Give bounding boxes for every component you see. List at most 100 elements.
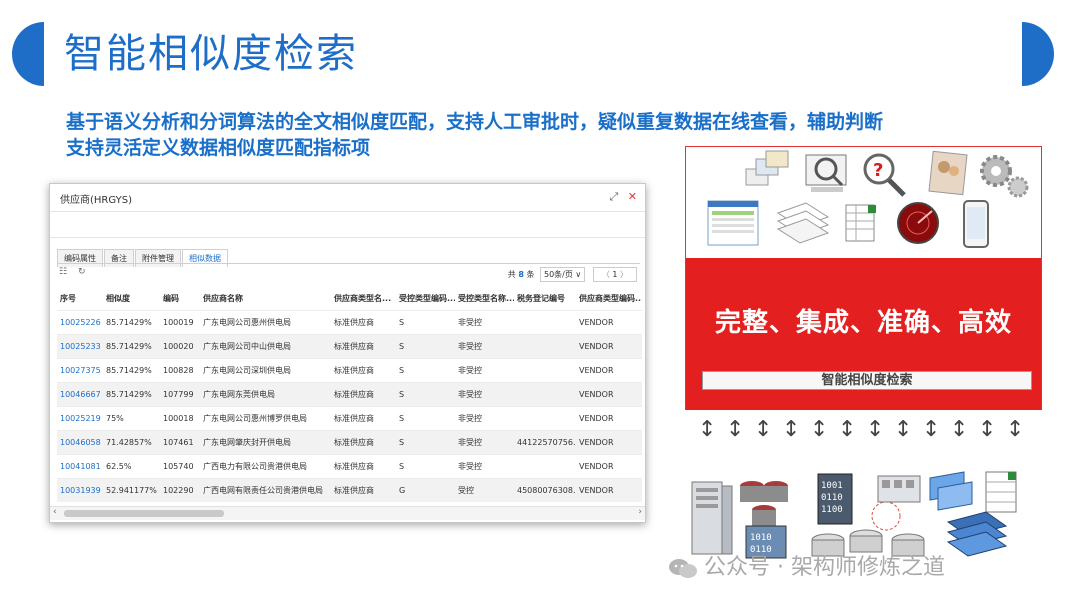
subtitle-line-1: 基于语义分析和分词算法的全文相似度匹配，支持人工审批时，疑似重复数据在线查看，辅…	[66, 111, 884, 133]
column-header[interactable]: 税务登记编号	[514, 288, 576, 310]
table-cell: VENDOR	[576, 357, 642, 382]
tab-attachments[interactable]: 附件管理	[135, 249, 181, 267]
database-cluster-icon	[740, 481, 788, 526]
table-row[interactable]: 10025233 85.71429% 100020 广东电网公司中山供电局 标准供应商 S…	[57, 333, 642, 358]
panel-feature-bar: 智能相似度检索	[702, 371, 1032, 390]
table-cell: 受控	[455, 477, 514, 502]
svg-text:0110: 0110	[821, 493, 843, 503]
row-id-link[interactable]: 10025226	[57, 309, 103, 334]
column-header[interactable]: 供应商类型名...	[331, 288, 396, 310]
table-cell: 非受控	[455, 453, 514, 478]
table-cell: 广西电力有限公司贵港供电局	[200, 453, 331, 478]
expand-icon[interactable]: ⤢	[609, 190, 618, 203]
tab-code-attributes[interactable]: 编码属性	[57, 249, 103, 267]
svg-text:1001: 1001	[821, 481, 843, 491]
page-number-input[interactable]: 〈 1 〉	[592, 267, 637, 282]
next-page-icon[interactable]: 〉	[620, 270, 628, 279]
table-cell: 71.42857%	[103, 429, 160, 454]
table-cell: 广东电网公司惠州供电局	[200, 309, 331, 334]
table-cell: 45080076308...	[514, 477, 576, 502]
dialog-form-area	[50, 212, 645, 238]
column-header[interactable]: 供应商类型编码...	[576, 288, 642, 310]
table-cell	[514, 405, 576, 430]
table-cell: 广东电网肇庆封开供电局	[200, 429, 331, 454]
row-id-link[interactable]: 10025219	[57, 405, 103, 430]
table-row[interactable]: 10027375 85.71429% 100828 广东电网公司深圳供电局 标准供应商 S…	[57, 357, 642, 382]
row-id-link[interactable]: 10041081	[57, 453, 103, 478]
table-cell: VENDOR	[576, 477, 642, 502]
table-row[interactable]: 10031939 52.941177% 102290 广西电网有限责任公司贵港供电局标…	[57, 477, 642, 502]
row-id-link[interactable]: 10027375	[57, 357, 103, 382]
svg-text:1100: 1100	[821, 505, 843, 515]
close-icon[interactable]: ✕	[628, 190, 637, 203]
photo-stack-icon	[745, 150, 789, 186]
subtitle-line-2: 支持灵活定义数据相似度匹配指标项	[66, 137, 371, 159]
row-id-link[interactable]: 10031939	[57, 477, 103, 502]
table-row[interactable]: 10046667 85.71429% 107799 广东电网东莞供电局 标准供应商 S 非受…	[57, 381, 642, 406]
double-arrow-icon: ↕	[726, 417, 745, 442]
table-cell: 标准供应商	[331, 477, 396, 502]
pager-count: 8	[518, 270, 524, 279]
column-header[interactable]: 编码	[160, 288, 200, 310]
supplier-dialog: 供应商(HRGYS) ⤢ ✕ 编码属性 备注 附件管理 相似数据 ☷ ↻ 共 8 条 …	[49, 183, 646, 523]
storage-array-icon	[877, 475, 921, 503]
tab-similar-data[interactable]: 相似数据	[182, 249, 228, 267]
title-left-cap	[12, 22, 44, 86]
row-id-link[interactable]: 10046058	[57, 429, 103, 454]
table-cell: S	[396, 309, 455, 334]
refresh-icon[interactable]: ↻	[78, 267, 86, 277]
dialog-tabs: 编码属性 备注 附件管理 相似数据	[57, 246, 229, 267]
spreadsheet-icon	[985, 471, 1017, 513]
scroll-left-icon[interactable]: ‹	[53, 507, 57, 517]
page-size-select[interactable]: 50条/页 ∨	[539, 267, 586, 282]
scroll-right-icon[interactable]: ›	[638, 507, 642, 517]
table-cell: VENDOR	[576, 429, 642, 454]
table-cell	[514, 357, 576, 382]
table-cell	[514, 309, 576, 334]
table-row[interactable]: 10041081 62.5% 105740 广西电力有限公司贵港供电局 标准供应商 S 非受…	[57, 453, 642, 478]
column-header[interactable]: 供应商名称	[200, 288, 331, 310]
table-cell: 100018	[160, 405, 200, 430]
table-cell: S	[396, 405, 455, 430]
pager-suffix: 条	[526, 270, 535, 279]
table-cell: 85.71429%	[103, 357, 160, 382]
column-header[interactable]: 序号	[57, 288, 103, 310]
table-cell: 44122570756...	[514, 429, 576, 454]
tab-remarks[interactable]: 备注	[104, 249, 134, 267]
table-cell: 52.941177%	[103, 477, 160, 502]
table-row[interactable]: 10046058 71.42857% 107461 广东电网肇庆封开供电局 标准供应商 S…	[57, 429, 642, 454]
table-cell: 广西电网有限责任公司贵港供电局	[200, 477, 331, 502]
row-id-link[interactable]: 10025233	[57, 333, 103, 358]
table-row[interactable]: 10025219 75% 100018 广东电网公司惠州博罗供电局 标准供应商 S 非受控 V…	[57, 405, 642, 430]
table-cell: S	[396, 357, 455, 382]
table-row[interactable]: 10025226 85.71429% 100019 广东电网公司惠州供电局 标准供应商 S…	[57, 309, 642, 334]
double-arrow-icon: ↕	[866, 417, 885, 442]
similar-data-table: 序号 相似度 编码 供应商名称 供应商类型名... 受控类型编码... 受控类型名称... 税…	[57, 288, 642, 502]
table-cell: 102290	[160, 477, 200, 502]
dialog-header: 供应商(HRGYS) ⤢ ✕	[50, 184, 645, 212]
table-cell: 非受控	[455, 429, 514, 454]
column-header[interactable]: 受控类型编码...	[396, 288, 455, 310]
column-header[interactable]: 相似度	[103, 288, 160, 310]
file-stack-icon	[946, 511, 1008, 557]
chevron-down-icon: ∨	[575, 270, 582, 279]
row-id-link[interactable]: 10046667	[57, 381, 103, 406]
table-cell: 62.5%	[103, 453, 160, 478]
columns-icon[interactable]: ☷	[59, 267, 67, 277]
wechat-icon	[669, 559, 697, 578]
double-arrow-icon: ↕	[894, 417, 913, 442]
scrollbar-thumb[interactable]	[64, 510, 224, 517]
gears-icon	[980, 155, 1029, 198]
prev-page-icon[interactable]: 〈	[602, 270, 610, 279]
grid-toolbar: ☷ ↻ 共 8 条 50条/页 ∨ 〈 1 〉	[59, 267, 637, 283]
table-cell: 85.71429%	[103, 309, 160, 334]
table-cell: VENDOR	[576, 453, 642, 478]
pager-prefix: 共	[507, 270, 516, 279]
table-cell: 107461	[160, 429, 200, 454]
table-cell: 非受控	[455, 357, 514, 382]
table-cell: 85.71429%	[103, 381, 160, 406]
table-cell: 非受控	[455, 333, 514, 358]
horizontal-scrollbar[interactable]: ‹ ›	[50, 506, 645, 520]
column-header[interactable]: 受控类型名称...	[455, 288, 514, 310]
double-arrow-icon: ↕	[978, 417, 997, 442]
